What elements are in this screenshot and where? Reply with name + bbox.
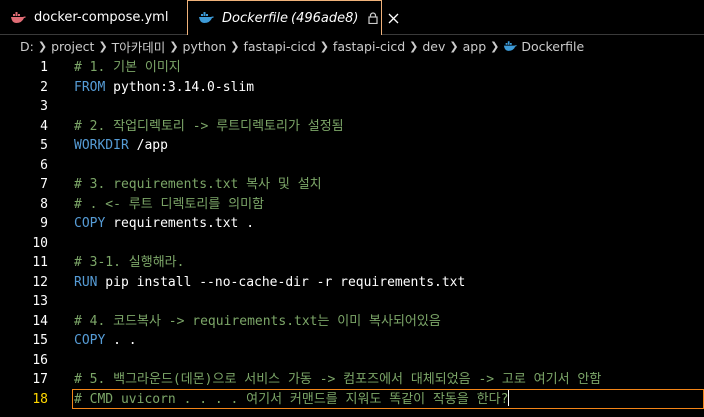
comment-token: # 3-1. 실행해라.: [74, 255, 185, 270]
chevron-right-icon: ❯: [37, 39, 48, 53]
text-cursor: [508, 389, 510, 406]
lock-icon: [368, 12, 379, 24]
tab-commit-hash: (496ade8): [291, 10, 359, 26]
breadcrumb-file[interactable]: Dockerfile: [521, 39, 584, 54]
breadcrumb-folder[interactable]: T아카데미: [112, 37, 166, 56]
chevron-right-icon: ❯: [319, 39, 329, 53]
comment-token: # 4. 코드복사 -> requirements.txt는 이미 복사되어있음: [74, 313, 441, 329]
code-token: pip install --no-cache-dir -r requiremen…: [97, 274, 466, 290]
chevron-right-icon: ❯: [230, 39, 240, 53]
comment-token: # 2. 작업디렉토리 -> 루트디렉토리가 설정됨: [74, 118, 344, 134]
keyword-token: COPY: [74, 216, 106, 231]
line-number: 18: [32, 391, 48, 407]
keyword-token: FROM: [74, 79, 106, 95]
tab-docker-compose[interactable]: docker-compose.yml: [0, 0, 186, 35]
breadcrumb-folder[interactable]: app: [463, 39, 487, 54]
close-icon[interactable]: [388, 13, 399, 24]
code-line[interactable]: 18 # CMD uvicorn . . . . 여기서 커맨드를 지워도 똑같이…: [0, 388, 704, 411]
keyword-token: WORKDIR: [74, 138, 129, 153]
chevron-right-icon: ❯: [409, 39, 419, 53]
breadcrumb: D: ❯ project ❯ T아카데미 ❯ python ❯ fastapi-…: [0, 35, 704, 57]
comment-token: # 5. 백그라운드(데몬)으로 서비스 가동 -> 컴포즈에서 대체되었음 -…: [74, 372, 602, 387]
tab-dockerfile[interactable]: Dockerfile (496ade8): [187, 0, 399, 35]
docker-whale-icon: [504, 40, 518, 51]
breadcrumb-folder[interactable]: fastapi-cicd: [243, 39, 315, 54]
breadcrumb-folder[interactable]: dev: [422, 39, 445, 54]
comment-token: # 3. requirements.txt 복사 및 설치: [74, 177, 322, 192]
code-token: /app: [128, 138, 168, 153]
code-text: # CMD uvicorn . . . . 여기서 커맨드를 지워도 똑같이 작…: [74, 389, 510, 411]
comment-token: # CMD uvicorn . . . . 여기서 커맨드를 지워도 똑같이 작…: [74, 391, 509, 407]
code-editor[interactable]: 1 # 1. 기본 이미지 2 FROM python:3.14.0-slim 3 4 # …: [0, 57, 704, 417]
breadcrumb-folder[interactable]: python: [183, 39, 227, 54]
code-token: python:3.14.0-slim: [105, 79, 255, 95]
chevron-right-icon: ❯: [98, 39, 108, 53]
docker-whale-icon: [199, 12, 214, 23]
chevron-right-icon: ❯: [449, 39, 459, 53]
editor-tab-bar: docker-compose.yml Dockerfile (496ade8): [0, 0, 704, 35]
chevron-right-icon: ❯: [490, 39, 500, 53]
code-token: requirements.txt .: [105, 216, 255, 231]
tab-label: docker-compose.yml: [34, 10, 169, 25]
code-token: . .: [105, 333, 137, 348]
keyword-token: RUN: [74, 274, 98, 290]
breadcrumb-drive[interactable]: D:: [20, 39, 34, 54]
breadcrumb-folder[interactable]: fastapi-cicd: [333, 39, 405, 54]
docker-whale-icon: [11, 11, 26, 23]
keyword-token: COPY: [74, 333, 106, 348]
breadcrumb-folder[interactable]: project: [51, 39, 94, 54]
comment-token: # . <- 루트 디렉토리를 의미함: [74, 196, 265, 212]
tab-label: Dockerfile: [222, 10, 288, 26]
chevron-right-icon: ❯: [169, 39, 179, 53]
comment-token: # 1. 기본 이미지: [74, 60, 181, 75]
